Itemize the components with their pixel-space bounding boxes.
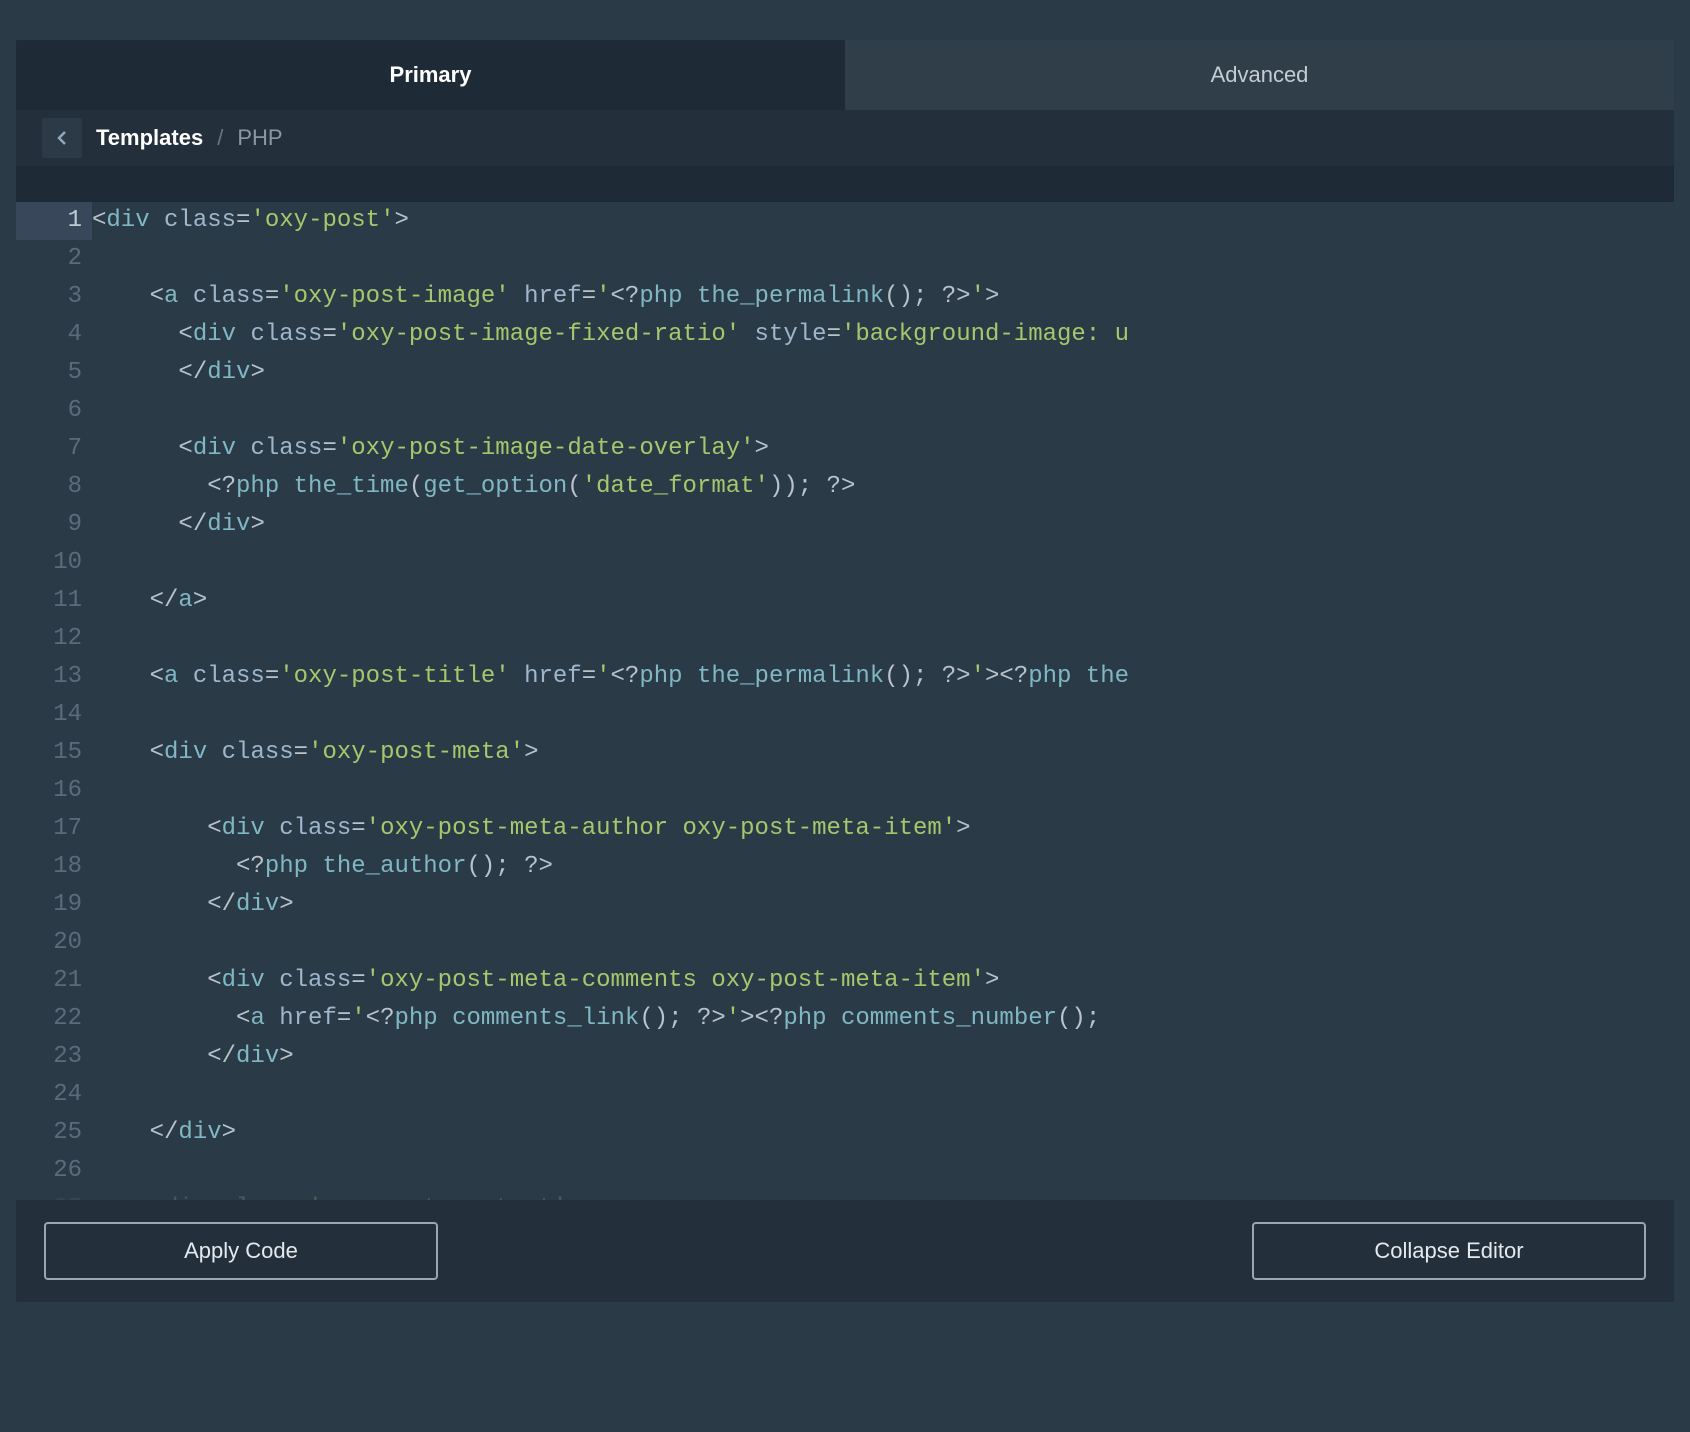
code-line[interactable]: 4 <div class='oxy-post-image-fixed-ratio… bbox=[16, 316, 1674, 354]
code-content: <div class='oxy-post'> bbox=[92, 202, 1674, 240]
code-line[interactable]: 22 <a href='<?php comments_link(); ?>'><… bbox=[16, 1000, 1674, 1038]
line-number: 5 bbox=[16, 354, 92, 392]
code-content: <div class='oxy-post-content'> bbox=[92, 1190, 1674, 1200]
line-number: 18 bbox=[16, 848, 92, 886]
breadcrumbs: Templates / PHP bbox=[16, 110, 1674, 166]
code-line[interactable]: 17 <div class='oxy-post-meta-author oxy-… bbox=[16, 810, 1674, 848]
code-content: </div> bbox=[92, 1038, 1674, 1076]
line-number: 8 bbox=[16, 468, 92, 506]
code-content: </div> bbox=[92, 886, 1674, 924]
line-number: 11 bbox=[16, 582, 92, 620]
code-content: <a class='oxy-post-title' href='<?php th… bbox=[92, 658, 1674, 696]
line-number: 13 bbox=[16, 658, 92, 696]
code-line[interactable]: 25 </div> bbox=[16, 1114, 1674, 1152]
line-number: 10 bbox=[16, 544, 92, 582]
code-line[interactable]: 8 <?php the_time(get_option('date_format… bbox=[16, 468, 1674, 506]
code-line[interactable]: 2 bbox=[16, 240, 1674, 278]
line-number: 14 bbox=[16, 696, 92, 734]
line-number: 27 bbox=[16, 1190, 92, 1200]
code-line[interactable]: 5 </div> bbox=[16, 354, 1674, 392]
code-line[interactable]: 11 </a> bbox=[16, 582, 1674, 620]
footer-bar: Apply Code Collapse Editor bbox=[16, 1200, 1674, 1302]
code-line[interactable]: 18 <?php the_author(); ?> bbox=[16, 848, 1674, 886]
code-line[interactable]: 9 </div> bbox=[16, 506, 1674, 544]
line-number: 17 bbox=[16, 810, 92, 848]
code-content: <div class='oxy-post-meta'> bbox=[92, 734, 1674, 772]
code-line[interactable]: 1<div class='oxy-post'> bbox=[16, 202, 1674, 240]
line-number: 26 bbox=[16, 1152, 92, 1190]
line-number: 6 bbox=[16, 392, 92, 430]
code-line[interactable]: 19 </div> bbox=[16, 886, 1674, 924]
code-content: <?php the_time(get_option('date_format')… bbox=[92, 468, 1674, 506]
code-editor[interactable]: 1<div class='oxy-post'>23 <a class='oxy-… bbox=[16, 202, 1674, 1200]
line-number: 7 bbox=[16, 430, 92, 468]
code-content bbox=[92, 1076, 1674, 1114]
code-line[interactable]: 27 <div class='oxy-post-content'> bbox=[16, 1190, 1674, 1200]
line-number: 3 bbox=[16, 278, 92, 316]
code-line[interactable]: 23 </div> bbox=[16, 1038, 1674, 1076]
line-number: 9 bbox=[16, 506, 92, 544]
line-number: 4 bbox=[16, 316, 92, 354]
code-line[interactable]: 15 <div class='oxy-post-meta'> bbox=[16, 734, 1674, 772]
code-line[interactable]: 20 bbox=[16, 924, 1674, 962]
code-line[interactable]: 16 bbox=[16, 772, 1674, 810]
oxygen-panel: Primary Advanced Templates / PHP 1<div c… bbox=[16, 40, 1674, 1302]
line-number: 25 bbox=[16, 1114, 92, 1152]
line-number: 23 bbox=[16, 1038, 92, 1076]
breadcrumb-separator: / bbox=[217, 125, 223, 151]
code-content bbox=[92, 1152, 1674, 1190]
line-number: 16 bbox=[16, 772, 92, 810]
code-line[interactable]: 26 bbox=[16, 1152, 1674, 1190]
code-line[interactable]: 6 bbox=[16, 392, 1674, 430]
collapse-editor-button[interactable]: Collapse Editor bbox=[1252, 1222, 1646, 1280]
apply-code-button[interactable]: Apply Code bbox=[44, 1222, 438, 1280]
code-content: <div class='oxy-post-image-fixed-ratio' … bbox=[92, 316, 1674, 354]
line-number: 1 bbox=[16, 202, 92, 240]
code-content: </div> bbox=[92, 506, 1674, 544]
line-number: 19 bbox=[16, 886, 92, 924]
tab-advanced[interactable]: Advanced bbox=[845, 40, 1674, 110]
code-line[interactable]: 3 <a class='oxy-post-image' href='<?php … bbox=[16, 278, 1674, 316]
line-number: 15 bbox=[16, 734, 92, 772]
chevron-left-icon bbox=[57, 130, 67, 146]
code-content: </div> bbox=[92, 354, 1674, 392]
code-line[interactable]: 14 bbox=[16, 696, 1674, 734]
code-line[interactable]: 21 <div class='oxy-post-meta-comments ox… bbox=[16, 962, 1674, 1000]
back-button[interactable] bbox=[42, 118, 82, 158]
code-content: </a> bbox=[92, 582, 1674, 620]
code-content: <div class='oxy-post-meta-comments oxy-p… bbox=[92, 962, 1674, 1000]
code-content: <?php the_author(); ?> bbox=[92, 848, 1674, 886]
line-number: 2 bbox=[16, 240, 92, 278]
code-content: <div class='oxy-post-image-date-overlay'… bbox=[92, 430, 1674, 468]
line-number: 24 bbox=[16, 1076, 92, 1114]
code-line[interactable]: 24 bbox=[16, 1076, 1674, 1114]
code-content bbox=[92, 240, 1674, 278]
top-spacer bbox=[0, 0, 1690, 24]
code-content bbox=[92, 772, 1674, 810]
code-content bbox=[92, 696, 1674, 734]
line-number: 22 bbox=[16, 1000, 92, 1038]
breadcrumb-root[interactable]: Templates bbox=[96, 125, 203, 151]
code-content bbox=[92, 392, 1674, 430]
breadcrumb-current: PHP bbox=[237, 125, 282, 151]
code-line[interactable]: 12 bbox=[16, 620, 1674, 658]
line-number: 21 bbox=[16, 962, 92, 1000]
code-content: <a class='oxy-post-image' href='<?php th… bbox=[92, 278, 1674, 316]
code-content: <a href='<?php comments_link(); ?>'><?ph… bbox=[92, 1000, 1674, 1038]
code-line[interactable]: 13 <a class='oxy-post-title' href='<?php… bbox=[16, 658, 1674, 696]
code-line[interactable]: 10 bbox=[16, 544, 1674, 582]
code-content: </div> bbox=[92, 1114, 1674, 1152]
tabs-bar: Primary Advanced bbox=[16, 40, 1674, 110]
code-content: <div class='oxy-post-meta-author oxy-pos… bbox=[92, 810, 1674, 848]
line-number: 12 bbox=[16, 620, 92, 658]
code-line[interactable]: 7 <div class='oxy-post-image-date-overla… bbox=[16, 430, 1674, 468]
code-content bbox=[92, 620, 1674, 658]
line-number: 20 bbox=[16, 924, 92, 962]
tab-primary[interactable]: Primary bbox=[16, 40, 845, 110]
code-content bbox=[92, 924, 1674, 962]
code-content bbox=[92, 544, 1674, 582]
